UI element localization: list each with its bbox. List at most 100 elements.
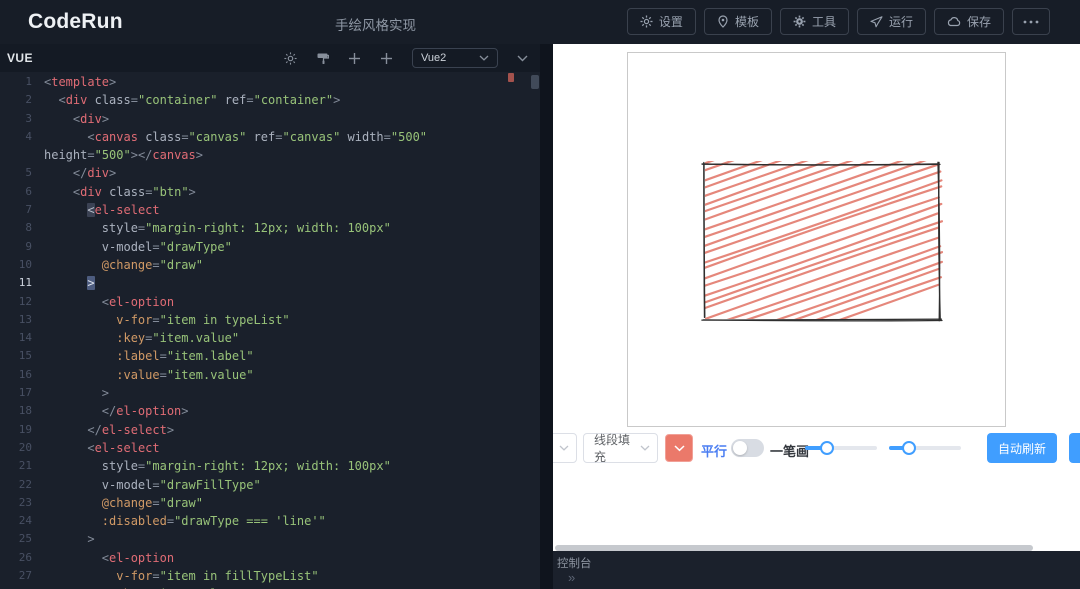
clipped-action-button[interactable] [1069, 433, 1080, 463]
line-number: 24 [0, 512, 44, 530]
code-text: <canvas class="canvas" ref="canvas" widt… [44, 128, 427, 146]
console-prompt-icon[interactable]: » [568, 570, 575, 585]
line-number: 14 [0, 329, 44, 347]
hand-drawn-rectangle [699, 159, 949, 329]
collapse-chevron-icon[interactable] [517, 55, 528, 62]
theme-sun-icon[interactable] [284, 52, 297, 65]
code-text: style="margin-right: 12px; width: 100px" [44, 219, 391, 237]
cloud-icon [947, 16, 961, 27]
line-number: 17 [0, 384, 44, 402]
tools-button[interactable]: 工具 [780, 8, 849, 35]
code-text: v-model="drawType" [44, 238, 232, 256]
tab-vue[interactable]: VUE [7, 51, 33, 65]
code-line: 1<template> [0, 73, 540, 91]
editor-tabbar: VUE Vue2 [0, 44, 540, 72]
line-number: 21 [0, 457, 44, 475]
app-header: CodeRun 手绘风格实现 设置 模板 工具 运行 保存 [0, 0, 1080, 44]
fill-type-select[interactable]: 线段填充 [583, 433, 658, 463]
preview-canvas[interactable] [627, 52, 1006, 427]
line-number: 20 [0, 439, 44, 457]
project-title: 手绘风格实现 [335, 14, 416, 34]
ellipsis-icon [1023, 20, 1039, 24]
code-line: 2 <div class="container" ref="container"… [0, 91, 540, 109]
settings-label: 设置 [659, 13, 683, 30]
line-number: 6 [0, 183, 44, 201]
code-text: </el-select> [44, 421, 174, 439]
line-number: 8 [0, 219, 44, 237]
code-line: 24 :disabled="drawType === 'line'" [0, 512, 540, 530]
code-text: <div class="btn"> [44, 183, 196, 201]
code-line: 9 v-model="drawType" [0, 238, 540, 256]
line-number: 19 [0, 421, 44, 439]
slider-handle[interactable] [902, 441, 916, 455]
code-line: 7 <el-select [0, 201, 540, 219]
slider-handle[interactable] [820, 441, 834, 455]
code-line: 28 :key="item.value" [0, 585, 540, 589]
parallel-switch[interactable] [731, 439, 764, 457]
framework-select[interactable]: Vue2 [412, 48, 498, 68]
gear-icon [640, 15, 653, 28]
parallel-label: 平行 [701, 441, 727, 460]
lint-marker [508, 73, 514, 82]
code-text: :disabled="drawType === 'line'" [44, 512, 326, 530]
code-line: height="500"></canvas> [0, 146, 540, 164]
line-number: 10 [0, 256, 44, 274]
editor-scrollbar[interactable] [531, 75, 539, 89]
code-text: </el-option> [44, 402, 189, 420]
panel-resizer[interactable] [540, 44, 553, 589]
code-text: > [44, 384, 109, 402]
code-text: :value="item.value" [44, 366, 254, 384]
code-line: 4 <canvas class="canvas" ref="canvas" wi… [0, 128, 540, 146]
color-picker-button[interactable] [665, 434, 693, 462]
line-number: 27 [0, 567, 44, 585]
code-line: 23 @change="draw" [0, 494, 540, 512]
line-number: 18 [0, 402, 44, 420]
line-number: 25 [0, 530, 44, 548]
line-number: 16 [0, 366, 44, 384]
line-number: 1 [0, 73, 44, 91]
code-line: 16 :value="item.value" [0, 366, 540, 384]
settings-button[interactable]: 设置 [627, 8, 696, 35]
header-actions: 设置 模板 工具 运行 保存 [627, 8, 1050, 35]
line-number: 3 [0, 110, 44, 128]
add-panel-icon[interactable] [348, 52, 361, 65]
code-text: > [44, 530, 95, 548]
add-resource-icon[interactable] [380, 52, 393, 65]
main-split: VUE Vue2 1<template>2 <div class="contai… [0, 44, 1080, 589]
chevron-down-icon [479, 52, 489, 64]
code-text: <el-option [44, 549, 174, 567]
preview-panel: 线段填充 平行 一笔画 自动刷新 [553, 44, 1080, 589]
tool-gear-icon [793, 15, 806, 28]
code-line: 18 </el-option> [0, 402, 540, 420]
code-line: 8 style="margin-right: 12px; width: 100p… [0, 219, 540, 237]
draw-type-select[interactable] [553, 433, 577, 463]
code-text: @change="draw" [44, 494, 203, 512]
code-line: 6 <div class="btn"> [0, 183, 540, 201]
run-label: 运行 [889, 13, 913, 30]
code-text: <div class="container" ref="container"> [44, 91, 340, 109]
save-button[interactable]: 保存 [934, 8, 1004, 35]
stroke-width-slider[interactable] [889, 446, 961, 450]
run-button[interactable]: 运行 [857, 8, 926, 35]
format-paint-roller-icon[interactable] [316, 52, 329, 65]
code-line: 19 </el-select> [0, 421, 540, 439]
code-text: </div> [44, 164, 116, 182]
more-button[interactable] [1012, 8, 1050, 35]
code-line: 14 :key="item.value" [0, 329, 540, 347]
line-number: 2 [0, 91, 44, 109]
chevron-down-icon [640, 445, 650, 451]
roughness-slider[interactable] [805, 446, 877, 450]
app-logo: CodeRun [28, 10, 123, 34]
code-line: 17 > [0, 384, 540, 402]
line-number: 26 [0, 549, 44, 567]
code-editor[interactable]: 1<template>2 <div class="container" ref=… [0, 72, 540, 589]
line-number: 11 [0, 274, 44, 292]
editor-panel: VUE Vue2 1<template>2 <div class="contai… [0, 44, 540, 589]
console-panel: 控制台 » [553, 551, 1080, 589]
auto-refresh-button[interactable]: 自动刷新 [987, 433, 1057, 463]
chevron-down-icon [674, 439, 685, 457]
editor-toolbar: Vue2 [284, 44, 528, 72]
framework-select-value: Vue2 [421, 52, 446, 64]
line-number: 28 [0, 585, 44, 589]
templates-button[interactable]: 模板 [704, 8, 772, 35]
